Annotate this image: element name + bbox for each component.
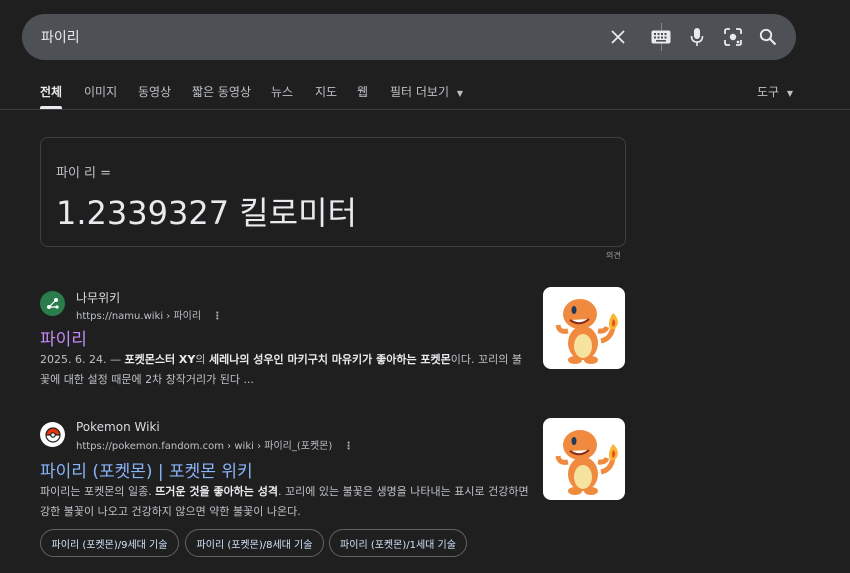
snippet-bold: 뜨거운 것을 좋아하는 성격: [155, 485, 278, 498]
result-site-name: Pokemon Wiki: [76, 420, 160, 434]
feedback-link[interactable]: 의견: [606, 250, 621, 261]
tab-maps[interactable]: 지도: [315, 83, 337, 100]
search-icon[interactable]: [756, 25, 780, 49]
namu-logo-icon: [40, 291, 65, 316]
result-url-text: https://namu.wiki › 파이리: [76, 311, 202, 322]
result-url[interactable]: https://pokemon.fandom.com › wiki › 파이리_…: [76, 437, 353, 452]
tab-videos[interactable]: 동영상: [138, 83, 171, 100]
snippet-bold: 포켓몬스터 XY: [124, 353, 196, 366]
lens-icon[interactable]: [721, 25, 745, 49]
tab-more-filters[interactable]: 필터 더보기 ▼: [390, 83, 463, 100]
result-title-link[interactable]: 파이리: [40, 325, 87, 350]
unit-converter-card: 파이 리 = 1.2339327 킬로미터: [40, 137, 626, 247]
snippet-text: 의: [195, 353, 209, 366]
close-icon[interactable]: [606, 25, 630, 49]
result-snippet: 2025. 6. 24. — 포켓몬스터 XY의 세레나의 성우인 마키구치 마…: [40, 350, 530, 390]
result-date: 2025. 6. 24. —: [40, 353, 125, 366]
tab-more-filters-label: 필터 더보기: [390, 85, 450, 99]
charmander-thumbnail[interactable]: [543, 418, 625, 500]
result-url-text: https://pokemon.fandom.com › wiki › 파이리_…: [76, 441, 333, 452]
converter-result: 1.2339327 킬로미터: [56, 194, 357, 232]
snippet-text: 파이리는 포켓몬의 일종.: [40, 485, 156, 498]
tools-button[interactable]: 도구 ▼: [757, 83, 793, 100]
more-vert-icon[interactable]: ⋮: [212, 311, 222, 322]
sitelink-chip[interactable]: 파이리 (포켓몬)/1세대 기술: [329, 529, 467, 557]
search-input[interactable]: 파이리: [41, 27, 80, 47]
sitelink-chip[interactable]: 파이리 (포켓몬)/9세대 기술: [40, 529, 179, 557]
charmander-thumbnail[interactable]: [543, 287, 625, 369]
pokeball-icon: [40, 422, 65, 447]
tab-web[interactable]: 웹: [357, 83, 368, 100]
tab-images[interactable]: 이미지: [84, 83, 117, 100]
mic-icon[interactable]: [685, 25, 709, 49]
active-tab-indicator: [40, 106, 62, 109]
converter-input-label: 파이 리 =: [56, 166, 112, 181]
snippet-bold: 세레나의 성우인 마키구치 마유키가 좋아하는 포켓몬: [208, 353, 451, 366]
result-title-link[interactable]: 파이리 (포켓몬) | 포켓몬 위키: [40, 457, 253, 482]
tools-label: 도구: [757, 85, 780, 99]
search-bar[interactable]: 파이리: [22, 14, 796, 60]
tab-all[interactable]: 전체: [40, 83, 62, 100]
result-site-name: 나무위키: [76, 291, 121, 305]
tab-news[interactable]: 뉴스: [271, 83, 293, 100]
more-vert-icon[interactable]: ⋮: [343, 441, 353, 452]
search-tabs: 전체 이미지 동영상 짧은 동영상 뉴스 지도 웹 필터 더보기 ▼ 도구 ▼: [0, 76, 850, 110]
keyboard-icon[interactable]: [649, 25, 673, 49]
caret-down-icon: ▼: [786, 89, 794, 98]
caret-down-icon: ▼: [456, 89, 463, 98]
sitelink-chip[interactable]: 파이리 (포켓몬)/8세대 기술: [185, 529, 324, 557]
tab-short-videos[interactable]: 짧은 동영상: [192, 83, 251, 100]
result-snippet: 파이리는 포켓몬의 일종. 뜨거운 것을 좋아하는 성격. 꼬리에 있는 불꽃은…: [40, 482, 530, 522]
result-url[interactable]: https://namu.wiki › 파이리 ⋮: [76, 307, 222, 322]
